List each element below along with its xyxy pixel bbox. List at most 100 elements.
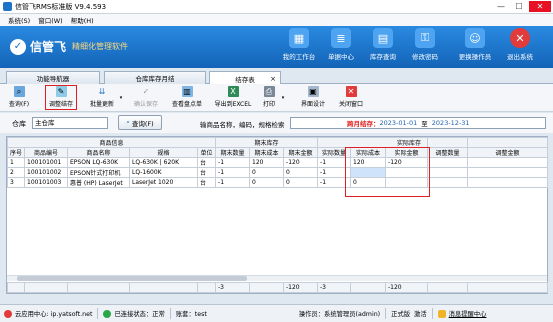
- menu-system[interactable]: 系统(S): [8, 15, 30, 25]
- filter-query-button[interactable]: ⌕ 查询(F): [118, 115, 162, 130]
- horizontal-scrollbar[interactable]: [7, 275, 547, 281]
- warehouse-input[interactable]: 主仓库: [32, 117, 108, 129]
- confirm-save-button[interactable]: ✓ 确认保存: [129, 86, 163, 108]
- table-row[interactable]: 2 100101002 EPSON针式打印机 LQ-1600K 台 -1 0 0 -1: [7, 167, 549, 178]
- activate-link[interactable]: 激活: [414, 309, 427, 318]
- export-label: 导出到EXCEL: [214, 101, 252, 108]
- nav-documents[interactable]: ≣ 单据中心: [318, 28, 364, 61]
- key-icon: ⚿: [415, 28, 435, 48]
- table-cell: LQ-630K | 620K: [129, 157, 198, 168]
- batch-dropdown-arrow[interactable]: ▾: [118, 95, 124, 101]
- adjust-balance-button[interactable]: ✎ 调整结存: [45, 85, 77, 110]
- column-header[interactable]: 期末金额: [283, 147, 319, 158]
- column-header[interactable]: 商品名称: [67, 147, 130, 158]
- workbench-icon: ▦: [289, 28, 309, 48]
- print-button[interactable]: ⎙ 打印: [258, 86, 280, 108]
- tab-close-icon[interactable]: ×: [270, 75, 276, 83]
- message-center-link[interactable]: 消息提醒中心: [449, 309, 487, 318]
- table-cell[interactable]: 120: [350, 157, 387, 168]
- table-row[interactable]: 3 100101003 惠普 (HP) LaserJet LaserJet 1020 台…: [7, 177, 549, 188]
- menu-window[interactable]: 窗口(W): [38, 15, 63, 25]
- nav-exit-label: 退出系统: [507, 53, 533, 61]
- table-cell[interactable]: -1: [317, 177, 352, 188]
- column-header[interactable]: 单位: [196, 147, 217, 158]
- table-cell: -1: [215, 167, 251, 178]
- totals-table: -3 -120 -3 -120: [7, 282, 548, 293]
- nav-change-password-label: 修改密码: [412, 53, 438, 61]
- group-header-row: 商品信息 期末库存 实际库存: [6, 137, 549, 148]
- tab-balance-sheet-label: 结存表: [235, 75, 255, 84]
- table-cell: -120: [283, 157, 319, 168]
- column-header[interactable]: 实际数量: [317, 147, 352, 158]
- nav-workbench[interactable]: ▦ 我的工作台: [276, 28, 322, 61]
- nav-exit[interactable]: ✕ 退出系统: [497, 28, 543, 61]
- check-slip-button[interactable]: ▥ 查看盘点单: [168, 86, 206, 108]
- total-cell: -120: [283, 282, 318, 293]
- table-cell: [467, 157, 549, 168]
- total-cell: [197, 282, 216, 293]
- table-cell: 0: [283, 167, 319, 178]
- nav-stock-query-label: 库存查询: [370, 53, 396, 61]
- table-cell: [427, 177, 469, 188]
- column-header[interactable]: 商品编号: [24, 147, 68, 158]
- table-cell[interactable]: 0: [350, 177, 387, 188]
- connected-icon: [103, 309, 112, 318]
- nav-stock-query[interactable]: ▤ 库存查询: [360, 28, 406, 61]
- tab-monthly-close-label: 仓库库存月结: [135, 75, 175, 83]
- print-dropdown-arrow[interactable]: ▾: [280, 95, 286, 101]
- column-header[interactable]: 期末成本: [249, 147, 285, 158]
- close-window-button[interactable]: ✕: [529, 1, 551, 12]
- tab-navigator[interactable]: 功能导航器: [6, 71, 100, 84]
- column-header[interactable]: 实际金额: [385, 147, 429, 158]
- ui-design-button[interactable]: ▣ 界面设计: [296, 86, 330, 108]
- period-to-word: 至: [421, 120, 428, 128]
- nav-change-password[interactable]: ⚿ 修改密码: [402, 28, 448, 61]
- version-status: 正式版: [391, 311, 411, 318]
- tab-balance-sheet[interactable]: 结存表 ×: [209, 71, 281, 85]
- toolbar: ⌕ 查询(F) ✎ 调整结存 ⇊ 批量更新 ▾ ✓ 确认保存 ▥ 查看盘点单 X…: [0, 84, 553, 112]
- table-cell: [467, 167, 549, 178]
- column-header[interactable]: 调整金额: [467, 147, 549, 158]
- column-header[interactable]: 规格: [129, 147, 198, 158]
- nav-documents-label: 单据中心: [328, 53, 354, 61]
- tab-monthly-close[interactable]: 仓库库存月结: [104, 71, 206, 84]
- table-cell[interactable]: [350, 167, 387, 178]
- tab-bar: 功能导航器 仓库库存月结 结存表 ×: [0, 68, 553, 85]
- table-cell: 0: [283, 177, 319, 188]
- period-label: 跨月结存：: [347, 120, 380, 128]
- connection-status: 已连接状态：正常: [114, 311, 165, 318]
- nav-switch-operator[interactable]: ☺ 更换操作员: [452, 28, 498, 61]
- table-cell: 1: [7, 157, 25, 168]
- layout-icon: ▣: [307, 86, 319, 97]
- table-cell[interactable]: -1: [317, 157, 352, 168]
- total-cell: [467, 282, 548, 293]
- menu-help[interactable]: 帮助(H): [71, 15, 94, 25]
- column-header[interactable]: 序号: [7, 147, 25, 158]
- search-icon: ⌕: [126, 118, 130, 126]
- table-cell: [467, 177, 549, 188]
- column-header[interactable]: 调整数量: [427, 147, 469, 158]
- table-cell: LaserJet 1020: [129, 177, 198, 188]
- total-cell: -3: [317, 282, 351, 293]
- query-button[interactable]: ⌕ 查询(F): [6, 86, 32, 108]
- table-cell: LQ-1600K: [129, 167, 198, 178]
- warehouse-value: 主仓库: [35, 119, 55, 127]
- minimize-button[interactable]: —: [493, 1, 509, 12]
- column-header[interactable]: 期末数量: [215, 147, 251, 158]
- batch-update-button[interactable]: ⇊ 批量更新: [86, 86, 118, 108]
- table-row[interactable]: 1 100101001 EPSON LQ-630K LQ-630K | 620K 台 -1…: [7, 157, 549, 168]
- cloud-center-status[interactable]: 云应用中心: ip.yatsoft.net: [15, 309, 92, 318]
- export-excel-button[interactable]: X 导出到EXCEL: [212, 86, 254, 108]
- table-cell: [385, 177, 429, 188]
- balance-grid: 商品信息 期末库存 实际库存 序号 商品编号 商品名称 规格 单位 期末数量 期末成本 期末金…: [6, 136, 549, 294]
- print-label: 打印: [262, 101, 275, 108]
- scrollbar-thumb[interactable]: [17, 276, 247, 281]
- maximize-button[interactable]: ☐: [511, 1, 527, 12]
- column-header[interactable]: 实际成本: [350, 147, 387, 158]
- search-input[interactable]: 跨月结存： 2023-01-01 至 2023-12-31: [290, 117, 546, 129]
- document-icon: ▥: [181, 86, 193, 97]
- close-window-tool-button[interactable]: ✕ 关闭窗口: [334, 86, 368, 108]
- batch-label: 批量更新: [89, 101, 114, 108]
- table-cell[interactable]: -1: [317, 167, 352, 178]
- cloud-icon: [4, 309, 12, 318]
